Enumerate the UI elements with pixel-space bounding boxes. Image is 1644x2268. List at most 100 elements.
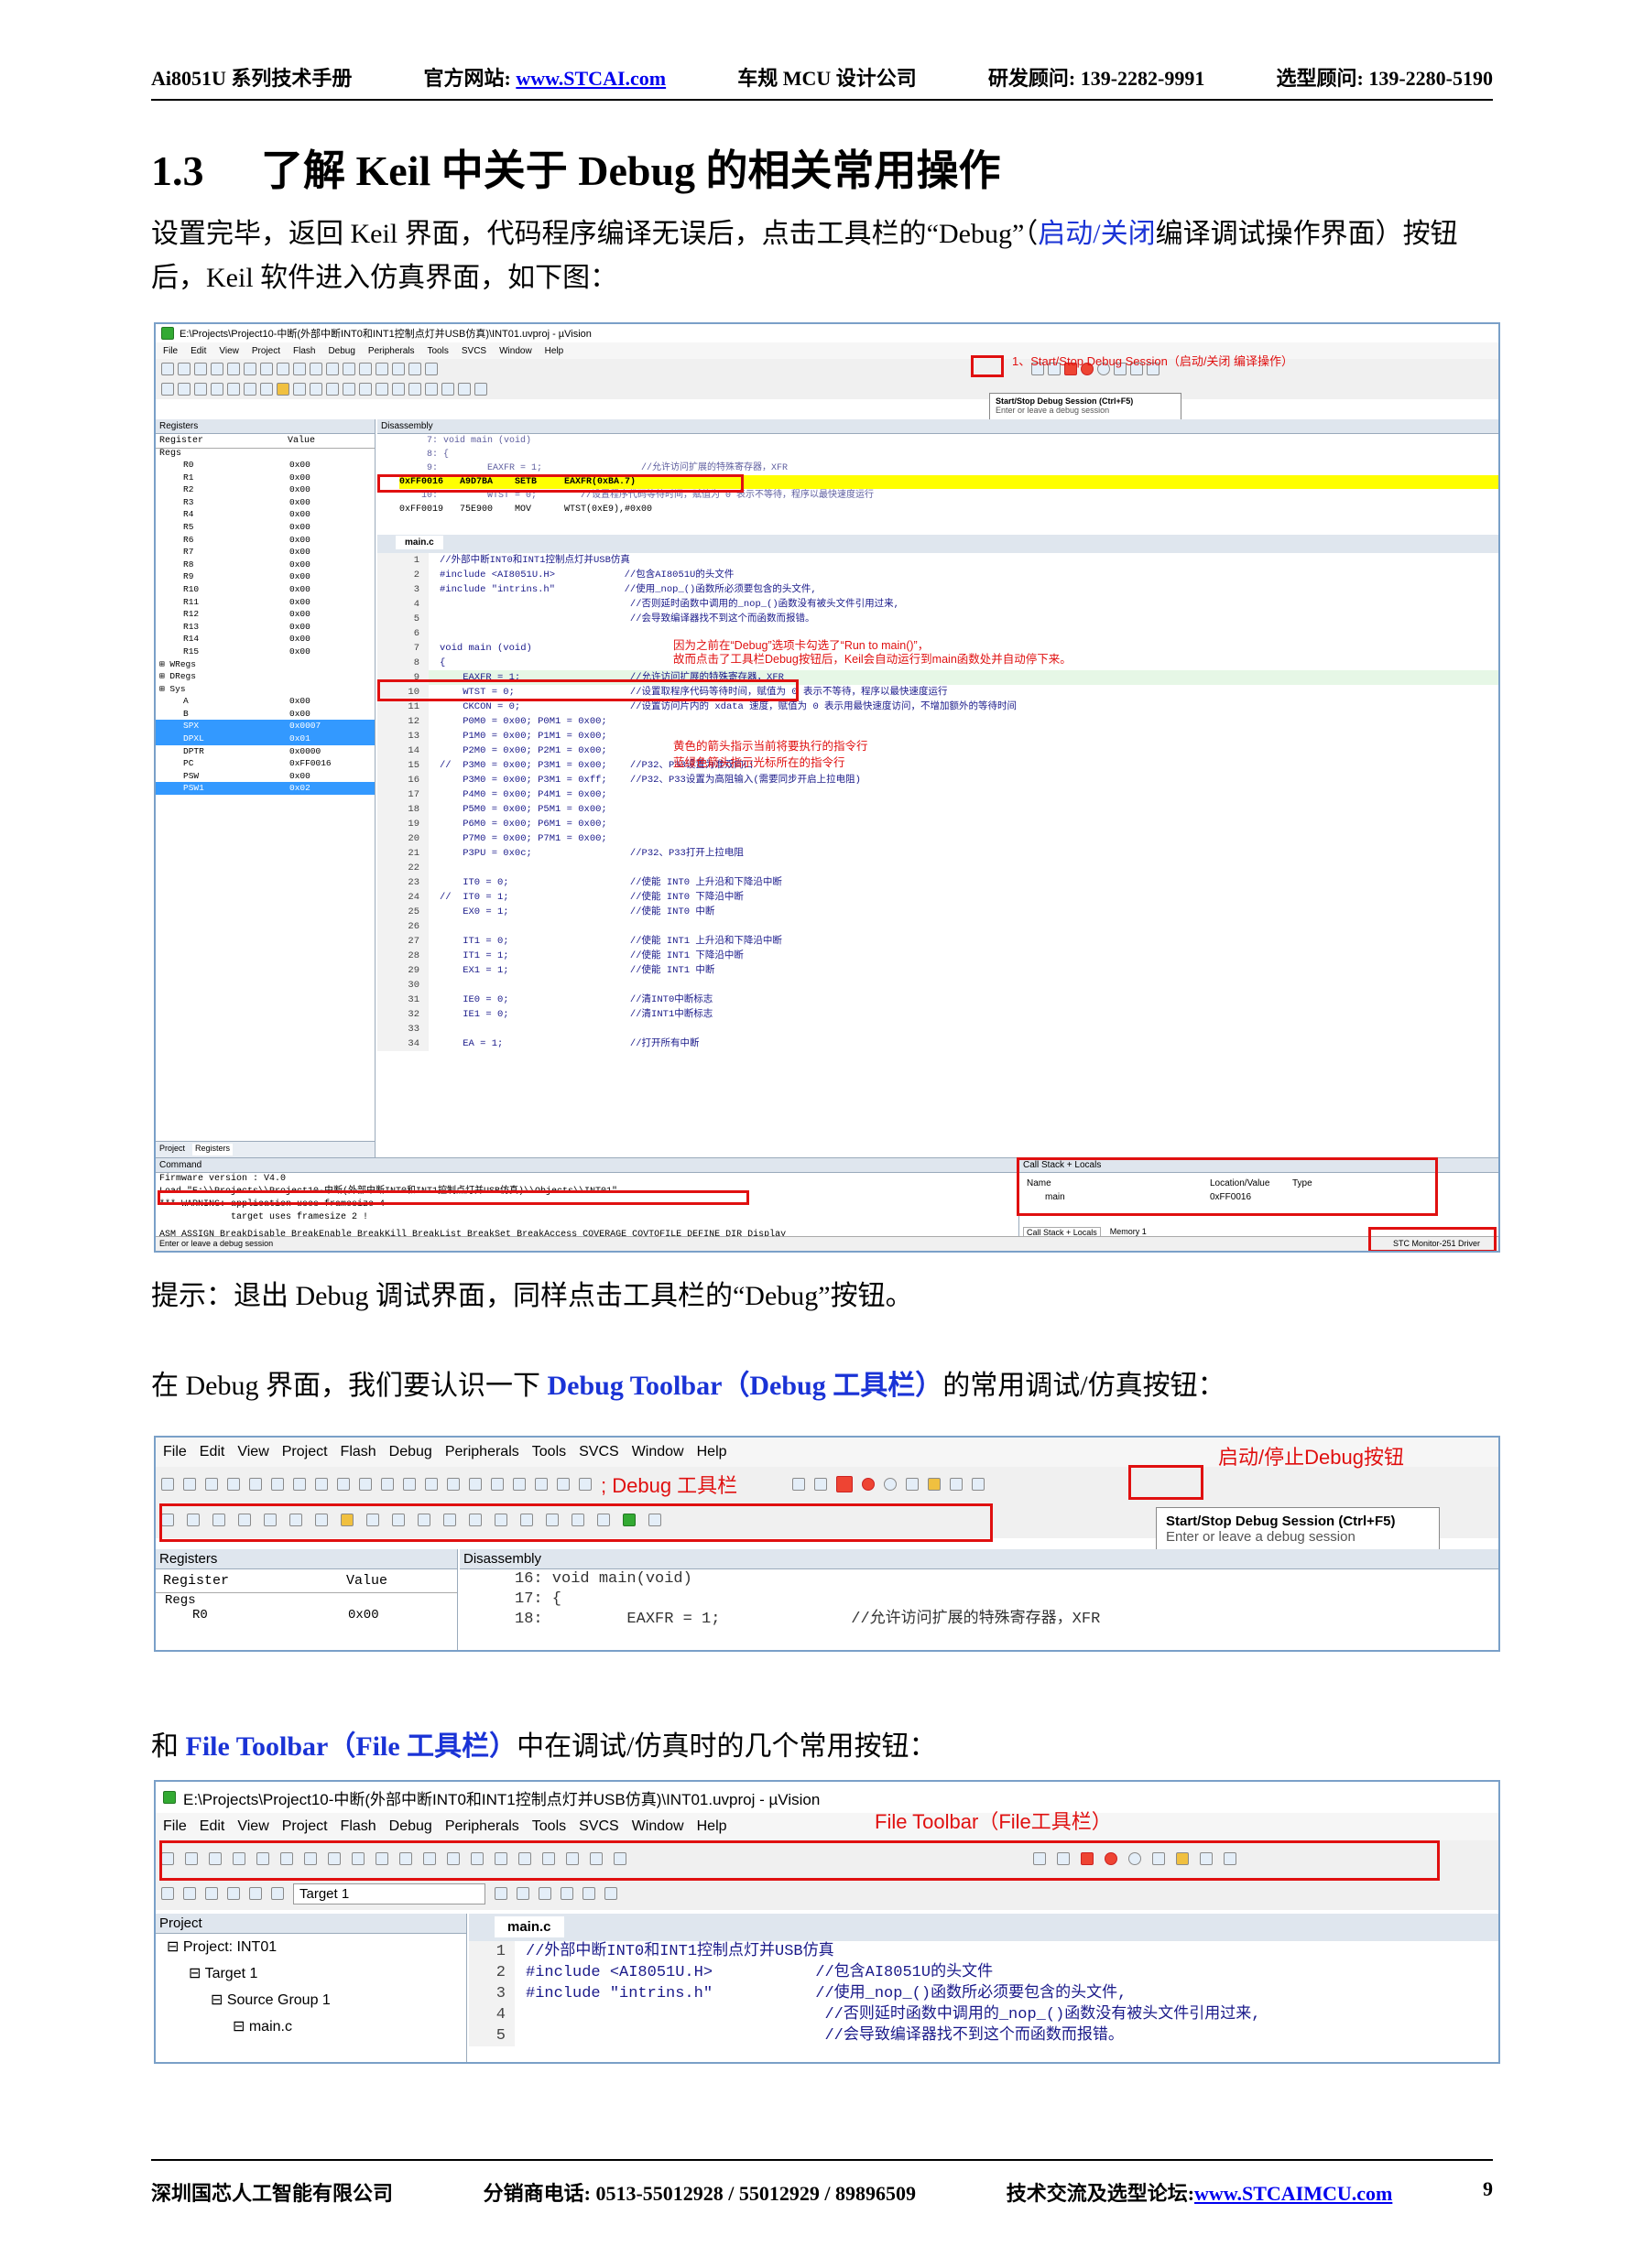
copy-icon[interactable] [244, 363, 256, 375]
breakpoint-kill-all-icon[interactable] [928, 1478, 942, 1491]
rte-icon[interactable] [604, 1887, 617, 1900]
new-file-icon[interactable] [161, 1478, 174, 1491]
file-extensions-icon[interactable] [517, 1887, 529, 1900]
disassembly-window-icon[interactable] [310, 383, 322, 396]
breakpoint-disable-icon[interactable] [884, 1478, 898, 1491]
breakpoint-icon[interactable] [862, 1478, 876, 1491]
translate-icon[interactable] [161, 1887, 174, 1900]
download-icon[interactable] [271, 1887, 284, 1900]
register-group[interactable]: ⊞ Sys [159, 683, 375, 696]
forum-link[interactable]: www.STCAIMCU.com [1194, 2182, 1392, 2205]
trace-window-icon[interactable] [441, 383, 454, 396]
paste-icon[interactable] [260, 363, 273, 375]
menu-item-project[interactable]: Project [252, 346, 280, 356]
stop-icon[interactable] [194, 383, 207, 396]
bookmark-prev-icon[interactable] [425, 1478, 438, 1491]
menu-item-window[interactable]: Window [632, 1444, 684, 1460]
project-tree-item[interactable]: ⊟ Source Group 1 [156, 1987, 466, 2013]
menu-item-peripherals[interactable]: Peripherals [368, 346, 415, 356]
registers-window-icon[interactable] [343, 383, 355, 396]
pack-installer-icon[interactable] [582, 1887, 595, 1900]
menu-item-edit[interactable]: Edit [191, 346, 206, 356]
menu-item-svcs[interactable]: SVCS [462, 346, 486, 356]
menu-item-file[interactable]: File [163, 1444, 187, 1460]
target-select[interactable]: Target 1 [293, 1883, 485, 1904]
redo-icon[interactable] [293, 363, 306, 375]
batch-build-icon[interactable] [227, 1887, 240, 1900]
menu-item-peripherals[interactable]: Peripherals [445, 1444, 519, 1460]
cut-icon[interactable] [249, 1478, 262, 1491]
save-all-icon[interactable] [227, 1478, 240, 1491]
reg-group-regs[interactable]: Regs [156, 449, 375, 459]
symbols-window-icon[interactable] [326, 383, 339, 396]
show-next-statement-icon[interactable] [277, 383, 289, 396]
project-tree-item[interactable]: ⊟ main.c [156, 2013, 466, 2040]
undo-icon[interactable] [315, 1478, 328, 1491]
cut-icon[interactable] [227, 363, 240, 375]
bookmark-icon[interactable] [403, 1478, 416, 1491]
redo-icon[interactable] [337, 1478, 350, 1491]
save-all-icon[interactable] [211, 363, 223, 375]
incremental-find-icon[interactable] [814, 1478, 828, 1491]
build-icon[interactable] [183, 1887, 196, 1900]
menu-item-project[interactable]: Project [282, 1444, 328, 1460]
nav-back-icon[interactable] [310, 363, 322, 375]
tab-project[interactable]: Project [159, 1144, 185, 1156]
menu-item-peripherals[interactable]: Peripherals [445, 1818, 519, 1835]
call-stack-icon[interactable] [359, 383, 372, 396]
nav-back-icon[interactable] [359, 1478, 372, 1491]
serial-window-icon[interactable] [408, 383, 421, 396]
menu-item-edit[interactable]: Edit [200, 1818, 225, 1835]
new-file-icon[interactable] [161, 363, 174, 375]
save-icon[interactable] [194, 363, 207, 375]
menu-item-debug[interactable]: Debug [389, 1444, 432, 1460]
analysis-window-icon[interactable] [425, 383, 438, 396]
select-packs-icon[interactable] [561, 1887, 573, 1900]
memory-window-icon[interactable] [392, 383, 405, 396]
open-icon[interactable] [183, 1478, 196, 1491]
indent-icon[interactable] [392, 363, 405, 375]
menu-item-window[interactable]: Window [632, 1818, 684, 1835]
menu-item-view[interactable]: View [237, 1444, 268, 1460]
indent-icon[interactable] [491, 1478, 504, 1491]
menu-item-edit[interactable]: Edit [200, 1444, 225, 1460]
menu-item-view[interactable]: View [219, 346, 239, 356]
reg-group-regs[interactable]: Regs [156, 1593, 457, 1608]
menu-item-flash[interactable]: Flash [341, 1818, 376, 1835]
toolbox-icon[interactable] [474, 383, 487, 396]
breakpoint-kill-icon[interactable] [906, 1478, 920, 1491]
window-layout-icon[interactable] [950, 1478, 964, 1491]
comment-icon[interactable] [425, 363, 438, 375]
reset-icon[interactable] [161, 383, 174, 396]
menu-item-debug[interactable]: Debug [328, 346, 354, 356]
menu-item-debug[interactable]: Debug [389, 1818, 432, 1835]
system-viewer-icon[interactable] [458, 383, 471, 396]
project-tree-item[interactable]: ⊟ Target 1 [156, 1960, 466, 1987]
undo-icon[interactable] [277, 363, 289, 375]
menu-item-help[interactable]: Help [697, 1444, 727, 1460]
debug-start-stop-icon[interactable] [836, 1476, 854, 1492]
bookmark-prev-icon[interactable] [359, 363, 372, 375]
bookmark-icon[interactable] [343, 363, 355, 375]
menu-item-svcs[interactable]: SVCS [579, 1444, 619, 1460]
configure-icon[interactable] [972, 1478, 985, 1491]
menu-item-help[interactable]: Help [697, 1818, 727, 1835]
watch-window-icon[interactable] [376, 383, 388, 396]
tab-main-c[interactable]: main.c [495, 1916, 564, 1937]
menu-item-view[interactable]: View [237, 1818, 268, 1835]
tab-registers[interactable]: Registers [192, 1144, 234, 1156]
command-window-icon[interactable] [293, 383, 306, 396]
menu-item-svcs[interactable]: SVCS [579, 1818, 619, 1835]
menu-item-file[interactable]: File [163, 346, 178, 356]
bookmark-clear-icon[interactable] [469, 1478, 482, 1491]
menu-item-flash[interactable]: Flash [293, 346, 315, 356]
manage-components-icon[interactable] [539, 1887, 551, 1900]
menu-item-tools[interactable]: Tools [532, 1444, 566, 1460]
copy-icon[interactable] [271, 1478, 284, 1491]
stop-build-icon[interactable] [249, 1887, 262, 1900]
menu-item-window[interactable]: Window [499, 346, 532, 356]
step-into-icon[interactable] [211, 383, 223, 396]
bookmark-next-icon[interactable] [447, 1478, 460, 1491]
menu-item-file[interactable]: File [163, 1818, 187, 1835]
register-group[interactable]: ⊞ DRegs [159, 670, 375, 683]
